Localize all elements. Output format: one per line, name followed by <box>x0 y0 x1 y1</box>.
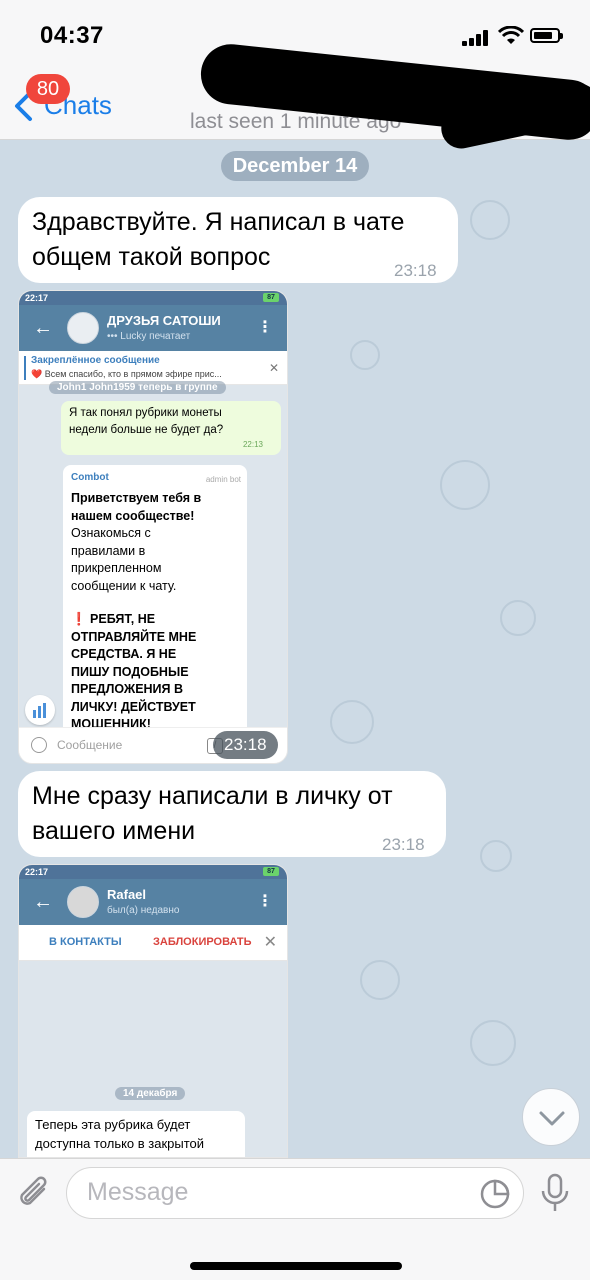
message-text: вашего имени <box>32 817 196 845</box>
arrow-left-icon: ← <box>33 317 53 339</box>
system-message: John1 John1959 теперь в группе <box>49 381 226 394</box>
signal-icon <box>462 30 490 46</box>
shot-date-pill: 14 декабря <box>115 1087 186 1100</box>
wallpaper-doodle <box>350 340 380 370</box>
shot-chat-body: 14 декабря Теперь эта рубрика будет дост… <box>19 961 287 1157</box>
avatar <box>67 312 99 344</box>
date-separator: December 14 <box>221 151 369 181</box>
more-vertical-icon: ⋮ <box>257 319 273 336</box>
message-text: общем такой вопрос <box>32 243 271 271</box>
shot-chat-body: John1 John1959 теперь в группе Я так пон… <box>19 381 287 763</box>
message-bubble[interactable]: Мне сразу написали в личку от вашего име… <box>18 771 446 857</box>
battery-icon: 87 <box>263 293 279 302</box>
smile-icon <box>31 737 47 753</box>
arrow-left-icon: ← <box>33 891 53 913</box>
scroll-down-button[interactable] <box>522 1088 580 1146</box>
shot-toolbar: ← Rafael был(а) недавно ⋮ <box>19 879 287 925</box>
message-text: Мне сразу написали в личку от <box>32 782 393 810</box>
image-time: 23:18 <box>213 731 278 759</box>
wallpaper-doodle <box>440 460 490 510</box>
microphone-icon[interactable] <box>540 1173 570 1215</box>
message-input[interactable]: Message <box>66 1167 524 1219</box>
bot-message: Combot admin bot Приветствуем тебя в наш… <box>63 465 247 763</box>
status-time: 04:37 <box>40 22 104 49</box>
block-label: ЗАБЛОКИРОВАТЬ <box>153 936 252 948</box>
wifi-icon <box>498 26 524 44</box>
message-time: 23:18 <box>394 261 437 280</box>
sticker-icon[interactable] <box>479 1178 511 1210</box>
unread-badge: 80 <box>26 74 70 104</box>
incoming-bubble: Теперь эта рубрика будет доступна только… <box>27 1111 245 1157</box>
shot-status-time: 22:17 <box>25 293 49 303</box>
add-contact-label: В КОНТАКТЫ <box>49 936 122 948</box>
message-bubble[interactable]: Здравствуйте. Я написал в чате общем так… <box>18 197 458 283</box>
shot-status-bar: 22:17 87 <box>19 865 287 879</box>
image-message[interactable]: 22:17 87 ← ДРУЗЬЯ САТОШИ ••• Lucky печат… <box>18 290 288 764</box>
contact-action-bar: В КОНТАКТЫ ЗАБЛОКИРОВАТЬ ✕ <box>19 925 287 961</box>
pinned-text: ❤️ Всем спасибо, кто в прямом эфире прис… <box>31 369 222 379</box>
message-time: 23:18 <box>382 835 425 854</box>
more-vertical-icon: ⋮ <box>257 893 273 910</box>
shot-group-title: ДРУЗЬЯ САТОШИ <box>107 313 221 328</box>
paperclip-icon[interactable] <box>16 1173 52 1213</box>
wallpaper-doodle <box>480 840 512 872</box>
pinned-message: Закреплённое сообщение ❤️ Всем спасибо, … <box>19 351 287 385</box>
home-indicator <box>190 1262 402 1270</box>
chart-icon <box>25 695 55 725</box>
wallpaper-doodle <box>330 700 374 744</box>
outgoing-bubble: Я так понял рубрики монеты недели больше… <box>61 401 281 455</box>
message-text: Здравствуйте. Я написал в чате <box>32 208 405 236</box>
shot-input-placeholder: Сообщение <box>57 738 123 752</box>
shot-group-status: ••• Lucky печатает <box>107 331 191 342</box>
wallpaper-doodle <box>500 600 536 636</box>
shot-contact-name: Rafael <box>107 887 147 902</box>
wallpaper-doodle <box>470 1020 516 1066</box>
wallpaper-doodle <box>360 960 400 1000</box>
shot-status-bar: 22:17 87 <box>19 291 287 305</box>
wallpaper-doodle <box>470 200 510 240</box>
shot-toolbar: ← ДРУЗЬЯ САТОШИ ••• Lucky печатает ⋮ <box>19 305 287 351</box>
unpin-icon: ✕ <box>268 361 279 375</box>
shot-contact-status: был(а) недавно <box>107 905 180 916</box>
chat-header: Chats 80 last seen 1 minute ago <box>0 41 590 153</box>
close-icon: ✕ <box>263 934 277 951</box>
battery-icon <box>530 28 563 43</box>
chevron-down-icon <box>539 1111 565 1126</box>
bot-role: admin bot <box>205 475 241 484</box>
pinned-title: Закреплённое сообщение <box>31 355 160 366</box>
image-message[interactable]: 22:17 87 ← Rafael был(а) недавно ⋮ В КОН… <box>18 864 288 1158</box>
battery-icon: 87 <box>263 867 279 876</box>
message-placeholder: Message <box>87 1178 189 1206</box>
shot-status-time: 22:17 <box>25 867 49 877</box>
avatar <box>67 886 99 918</box>
